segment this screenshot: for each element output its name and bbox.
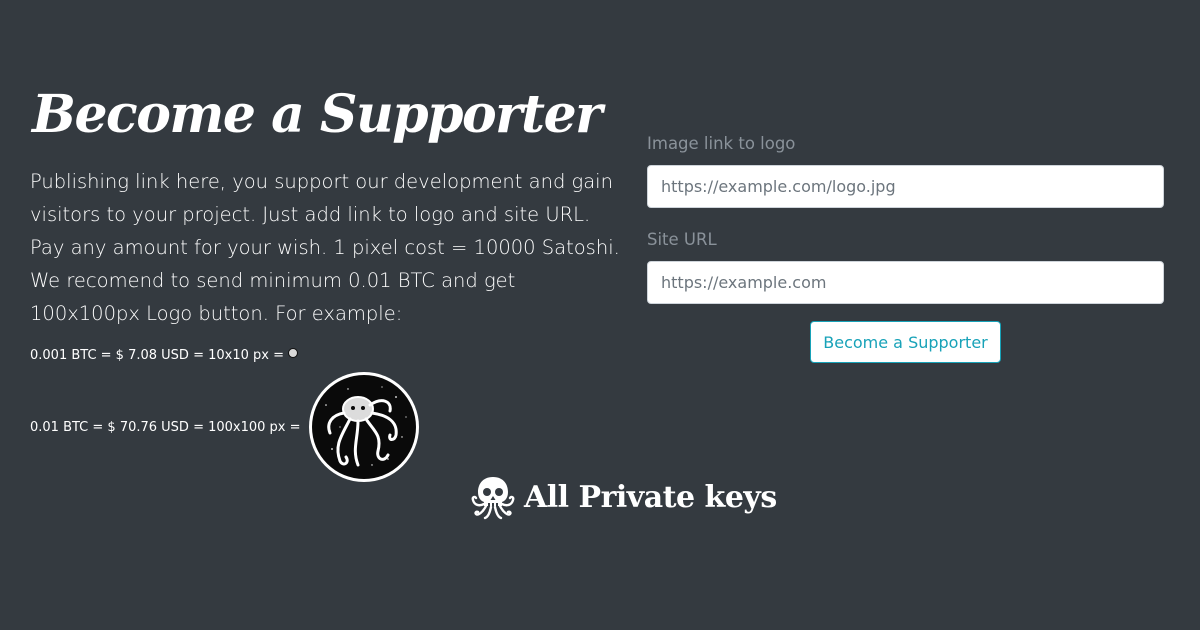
intro-paragraph-1: Publishing link here, you support our de… <box>30 170 620 259</box>
example-logo-large-icon <box>308 372 419 482</box>
page-title: Become a Supporter <box>32 84 603 145</box>
example-logo-small-icon <box>287 347 298 358</box>
octopus-skull-icon <box>471 477 515 520</box>
site-url-label: Site URL <box>647 230 717 249</box>
brand-logo[interactable]: All Private keys <box>470 474 777 520</box>
example-row-large: 0.01 BTC = $ 70.76 USD = 100x100 px = <box>30 372 419 482</box>
site-url-input[interactable] <box>647 261 1164 304</box>
logo-link-input[interactable] <box>647 165 1164 208</box>
supporter-form: Image link to logo Site URL Become a Sup… <box>647 132 1164 363</box>
octopus-logo-icon <box>311 375 416 479</box>
example-row-small: 0.001 BTC = $ 7.08 USD = 10x10 px = <box>30 347 298 363</box>
brand-name: All Private keys <box>524 479 777 515</box>
intro-paragraph-2: We recomend to send minimum 0.01 BTC and… <box>30 269 516 325</box>
become-supporter-button[interactable]: Become a Supporter <box>810 321 1001 363</box>
example-small-text: 0.001 BTC = $ 7.08 USD = 10x10 px = <box>30 348 284 363</box>
intro-text: Publishing link here, you support our de… <box>30 165 620 330</box>
example-large-text: 0.01 BTC = $ 70.76 USD = 100x100 px = <box>30 419 301 435</box>
logo-link-label: Image link to logo <box>647 134 796 153</box>
